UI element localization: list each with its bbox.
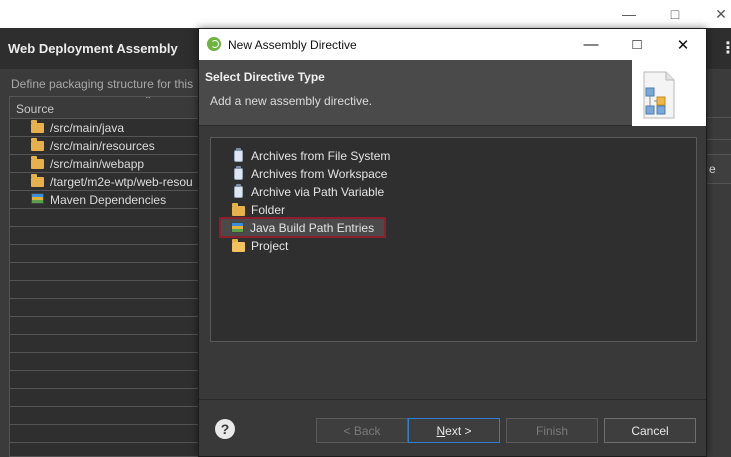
cancel-button-label: Cancel [631, 423, 669, 438]
jar-icon [231, 147, 245, 163]
view-menu-icon[interactable]: ⋮ [720, 38, 731, 58]
side-button-label: e [709, 162, 716, 176]
table-row-empty [10, 245, 209, 263]
list-item[interactable]: Archives from Workspace [231, 165, 387, 182]
list-item[interactable]: Folder [231, 201, 285, 218]
table-row-empty [10, 335, 209, 353]
table-row-empty [10, 227, 209, 245]
table-row-empty [10, 209, 209, 227]
table-row-empty [10, 281, 209, 299]
next-mnemonic: N [436, 423, 446, 438]
spring-icon [207, 37, 221, 51]
list-item-label: Archives from File System [251, 148, 391, 163]
list-item-label: Folder [251, 202, 286, 217]
wizard-heading: Select Directive Type [205, 70, 325, 84]
background-window-titlebar: — □ ✕ [0, 0, 731, 28]
jar-icon [231, 165, 245, 181]
list-item-label: Java Build Path Entries [250, 220, 375, 235]
list-item-label: Project [251, 238, 289, 253]
wizard-banner-icon [632, 60, 706, 126]
project-icon [231, 238, 245, 253]
wizard-description: Add a new assembly directive. [210, 94, 373, 108]
side-button[interactable]: e [706, 154, 731, 184]
page-description: Define packaging structure for this [11, 77, 194, 91]
table-row[interactable]: /src/main/webapp [10, 155, 209, 173]
background-minimize-icon[interactable]: — [606, 0, 652, 28]
minimize-icon[interactable]: — [568, 29, 614, 60]
table-row-label: Maven Dependencies [50, 192, 167, 207]
dialog-title: New Assembly Directive [228, 38, 357, 52]
next-button-label: ext > [445, 423, 472, 438]
source-column-label: Source [16, 102, 55, 116]
finish-button[interactable]: Finish [506, 418, 598, 443]
finish-button-label: Finish [535, 423, 568, 438]
directive-type-list[interactable]: Archives from File System Archives from … [210, 137, 697, 342]
table-row-empty [10, 407, 209, 425]
folder-icon [30, 173, 44, 189]
library-icon [230, 221, 244, 235]
table-row[interactable]: /src/main/resources [10, 137, 209, 155]
folder-icon [30, 155, 44, 171]
wizard-banner: Select Directive Type Add a new assembly… [199, 60, 706, 126]
help-icon[interactable]: ? [215, 419, 235, 439]
table-row-label: /src/main/resources [50, 138, 155, 153]
table-row-empty [10, 371, 209, 389]
folder-icon [30, 137, 44, 153]
assembly-table[interactable]: Source ⌃ /src/main/java /src/main/resour… [9, 96, 209, 457]
table-row-label: /target/m2e-wtp/web-resou [50, 174, 193, 189]
maximize-icon[interactable]: □ [614, 29, 660, 60]
jar-icon [231, 183, 245, 199]
divider [707, 118, 731, 140]
list-item[interactable]: Archive via Path Variable [231, 183, 384, 200]
background-maximize-icon[interactable]: □ [652, 0, 698, 28]
folder-icon [231, 202, 245, 217]
table-row-empty [10, 353, 209, 371]
new-assembly-directive-dialog: New Assembly Directive — □ ✕ Select Dire… [198, 28, 707, 457]
folder-icon [30, 119, 44, 135]
table-row-label: /src/main/java [50, 120, 125, 135]
source-column-header[interactable]: Source ⌃ [10, 97, 209, 119]
close-icon[interactable]: ✕ [660, 29, 706, 60]
library-icon [30, 192, 44, 207]
button-bar-divider [199, 399, 706, 400]
list-item[interactable]: Project [231, 237, 288, 254]
deploy-path-column [706, 96, 731, 457]
list-item-selected[interactable]: Java Build Path Entries [218, 217, 387, 238]
list-item[interactable]: Archives from File System [231, 147, 390, 164]
back-button-label: < Back [343, 423, 381, 438]
cancel-button[interactable]: Cancel [604, 418, 696, 443]
table-row-empty [10, 299, 209, 317]
table-row-empty [10, 389, 209, 407]
page-title: Web Deployment Assembly [8, 41, 178, 56]
list-item-label: Archives from Workspace [251, 166, 388, 181]
table-row[interactable]: /src/main/java [10, 119, 209, 137]
table-row-empty [10, 425, 209, 443]
table-row-empty [10, 317, 209, 335]
back-button[interactable]: < Back [316, 418, 408, 443]
background-close-icon[interactable]: ✕ [698, 0, 731, 28]
table-row[interactable]: Maven Dependencies [10, 191, 209, 209]
table-row[interactable]: /target/m2e-wtp/web-resou [10, 173, 209, 191]
dialog-titlebar: New Assembly Directive — □ ✕ [199, 29, 706, 60]
table-row-label: /src/main/webapp [50, 156, 145, 171]
next-button[interactable]: Next > [408, 418, 500, 443]
list-item-label: Archive via Path Variable [251, 184, 385, 199]
table-row-empty [10, 263, 209, 281]
sort-caret-icon: ⌃ [144, 96, 153, 106]
divider [707, 96, 731, 118]
